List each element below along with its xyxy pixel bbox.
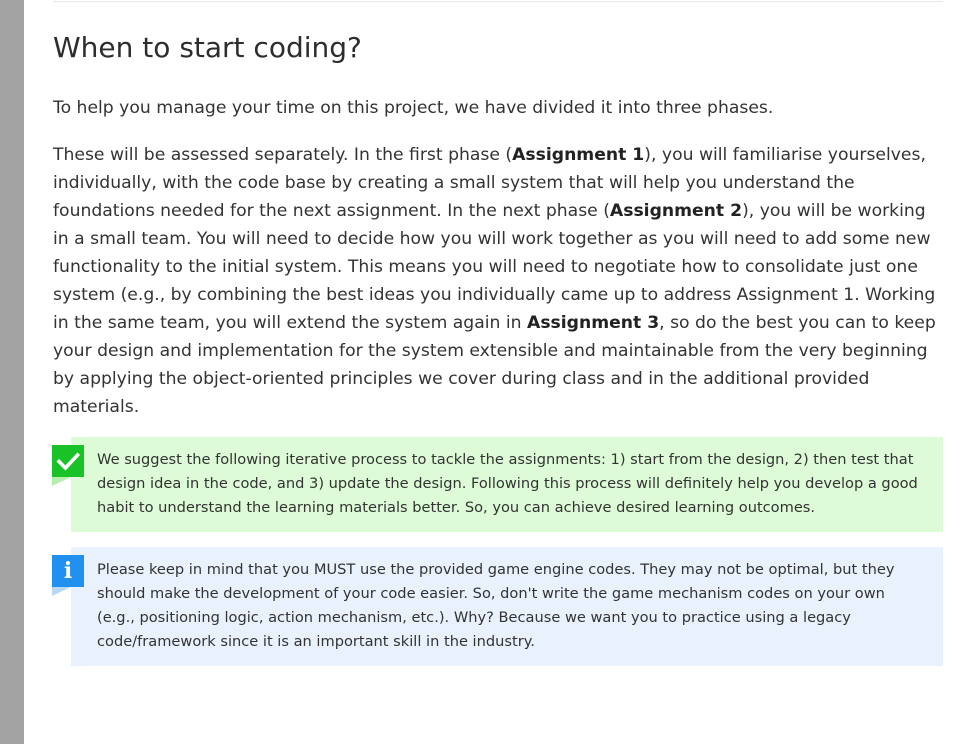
success-callout-text: We suggest the following iterative proce… <box>97 451 918 516</box>
assignment-3-label: Assignment 3 <box>527 313 660 333</box>
section-heading: When to start coding? <box>53 31 362 64</box>
info-callout: Please keep in mind that you MUST use th… <box>71 547 943 666</box>
intro-paragraph: To help you manage your time on this pro… <box>53 98 774 118</box>
check-icon <box>52 445 84 477</box>
assignment-2-label: Assignment 2 <box>609 201 743 221</box>
section-divider <box>53 1 943 2</box>
phases-text-1: These will be assessed separately. In th… <box>53 145 513 165</box>
success-callout: We suggest the following iterative proce… <box>71 437 943 532</box>
info-glyph: i <box>63 558 73 584</box>
info-icon: i <box>52 555 84 587</box>
info-badge-tail <box>52 587 71 596</box>
left-sidebar-bar <box>0 0 24 744</box>
assignment-1-label: Assignment 1 <box>512 145 645 165</box>
success-badge-tail <box>52 477 71 486</box>
phases-paragraph: These will be assessed separately. In th… <box>53 141 945 421</box>
info-callout-text: Please keep in mind that you MUST use th… <box>97 561 895 650</box>
